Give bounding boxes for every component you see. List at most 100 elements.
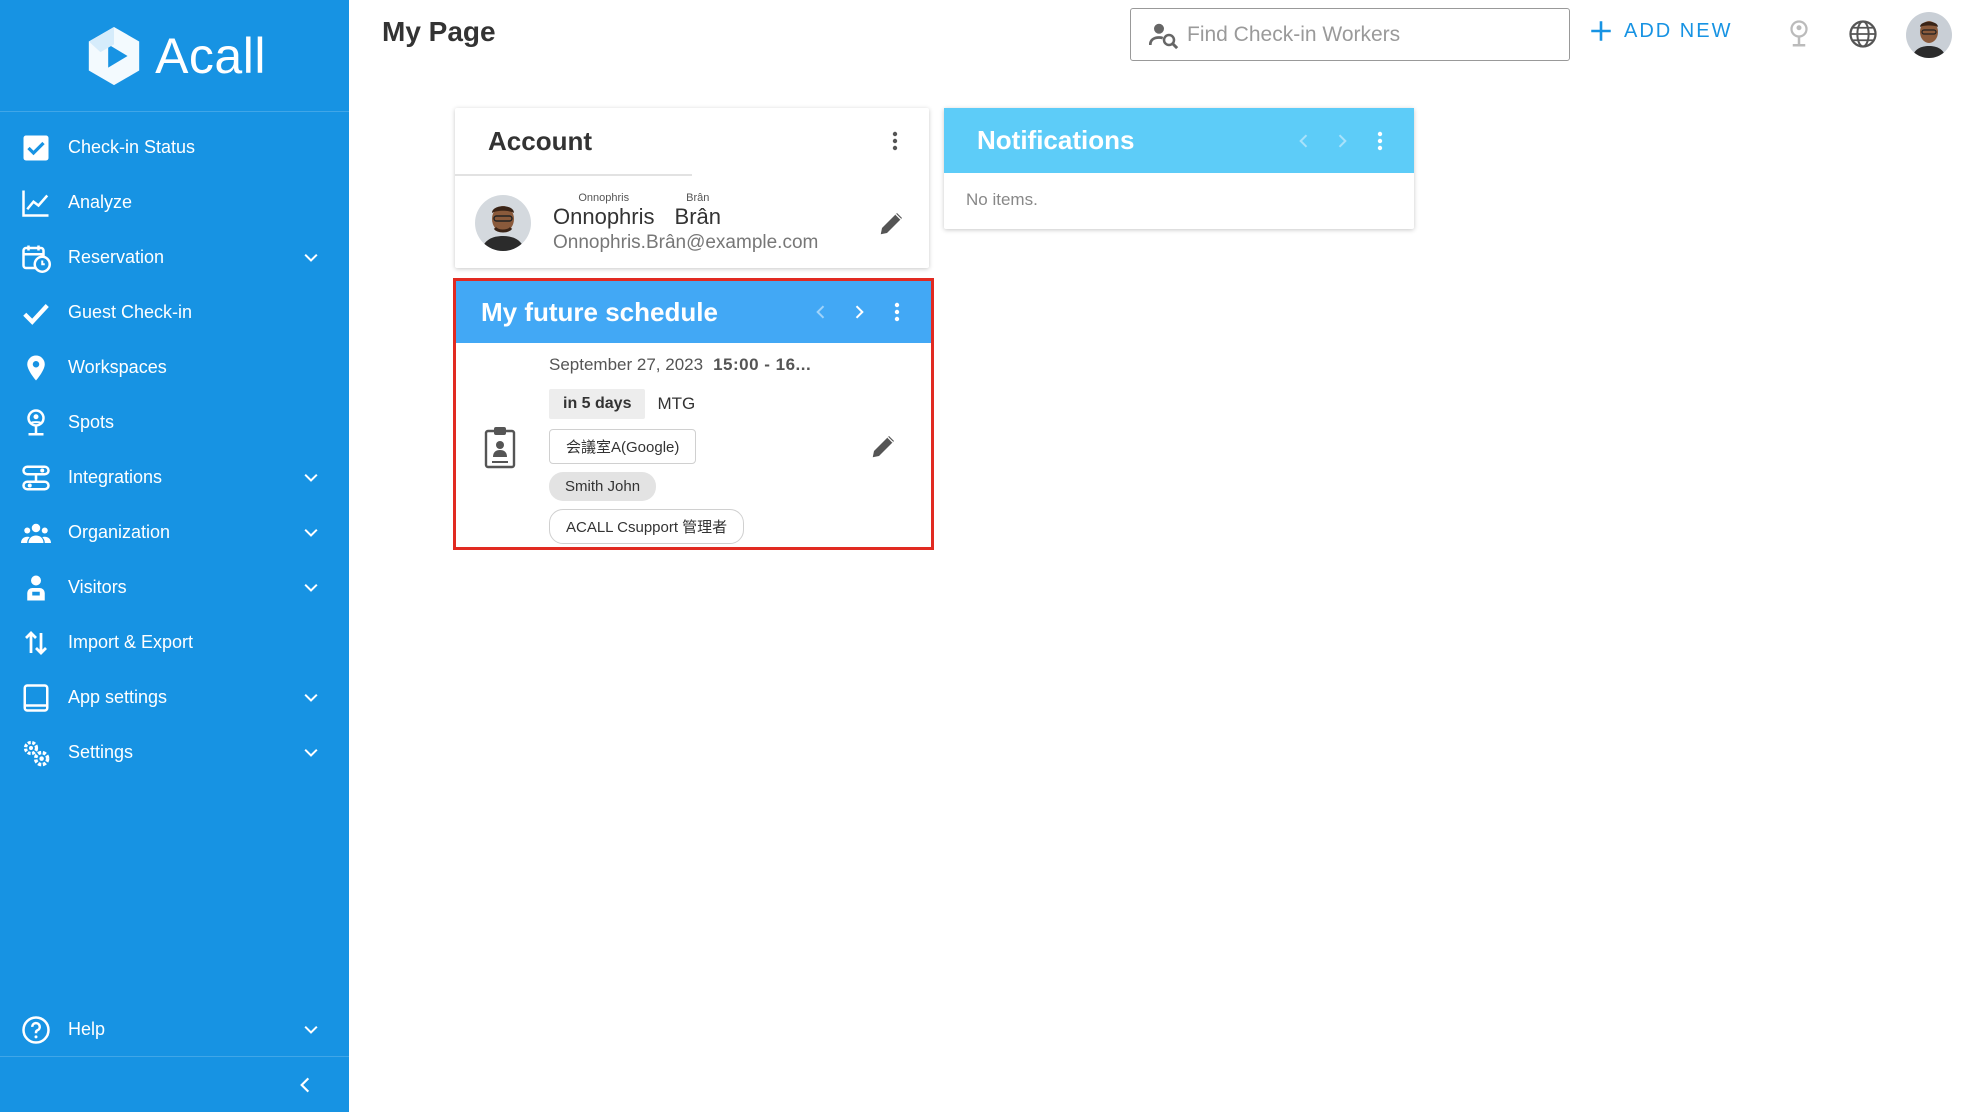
- schedule-next-button[interactable]: [847, 297, 871, 327]
- page-title: My Page: [382, 16, 496, 47]
- schedule-title: My future schedule: [481, 296, 718, 327]
- sidebar-item-workspaces[interactable]: Workspaces: [0, 340, 349, 395]
- event-title: MTG: [657, 394, 696, 413]
- schedule-tag-row: in 5 days MTG: [549, 389, 871, 419]
- notifications-menu-button[interactable]: [1368, 126, 1392, 156]
- plus-icon: [1591, 21, 1611, 41]
- sidebar-item-spots[interactable]: Spots: [0, 395, 349, 450]
- account-card: Account Onnophris Onnophris Brân Brân On…: [455, 108, 929, 268]
- chevron-down-icon[interactable]: [301, 578, 321, 598]
- tablet-icon: [20, 682, 52, 714]
- edit-account-button[interactable]: [875, 206, 909, 240]
- sidebar-item-label: Settings: [68, 742, 134, 762]
- account-card-title: Account: [488, 125, 592, 156]
- schedule-date: September 27, 2023: [549, 355, 704, 374]
- search-box[interactable]: [1130, 8, 1570, 61]
- schedule-date-line: September 27, 2023 15:00 - 16...: [549, 355, 871, 375]
- first-name: Onnophris: [553, 203, 655, 229]
- last-name-ruby: Brân: [686, 191, 710, 204]
- sidebar-collapse-button[interactable]: [0, 1056, 349, 1112]
- sidebar-item-visitors[interactable]: Visitors: [0, 560, 349, 615]
- notifications-card: Notifications No items.: [944, 108, 1414, 229]
- chevron-down-icon[interactable]: [301, 248, 321, 268]
- sidebar-item-label: Workspaces: [68, 357, 167, 377]
- chevron-down-icon[interactable]: [301, 523, 321, 543]
- sidebar-item-check-in-status[interactable]: Check-in Status: [0, 120, 349, 175]
- sidebar-item-label: App settings: [68, 687, 168, 707]
- chevron-down-icon[interactable]: [301, 688, 321, 708]
- schedule-prev-button[interactable]: [809, 297, 833, 327]
- sidebar-item-settings[interactable]: Settings: [0, 725, 349, 780]
- clipboard-person-icon: [484, 427, 516, 469]
- more-vertical-icon: [1377, 131, 1383, 150]
- chevron-left-icon: [816, 305, 825, 319]
- account-name-block: Onnophris Onnophris Brân Brân Onnophris.…: [553, 191, 875, 254]
- more-vertical-icon: [892, 131, 898, 151]
- notifications-next-button[interactable]: [1330, 126, 1354, 156]
- notifications-header: Notifications: [944, 108, 1414, 173]
- sidebar-item-label: Import & Export: [68, 632, 194, 652]
- integrations-icon: [20, 462, 52, 494]
- attendee-chip[interactable]: ACALL Csupport 管理者: [549, 509, 745, 544]
- schedule-time: 15:00 - 16...: [713, 355, 812, 374]
- help-circle-icon: [20, 1014, 52, 1046]
- avatar: [475, 195, 531, 251]
- schedule-menu-button[interactable]: [885, 297, 909, 327]
- sidebar-item-label: Reservation: [68, 247, 165, 267]
- sidebar-item-integrations[interactable]: Integrations: [0, 450, 349, 505]
- account-card-header: Account: [455, 108, 929, 174]
- person-pin-icon: [20, 407, 52, 439]
- notifications-prev-button[interactable]: [1292, 126, 1316, 156]
- edit-schedule-button[interactable]: [867, 429, 901, 463]
- sidebar-item-label: Help: [68, 1019, 106, 1039]
- user-avatar-button[interactable]: [1906, 12, 1952, 58]
- chevron-down-icon[interactable]: [301, 743, 321, 763]
- account-profile: Onnophris Onnophris Brân Brân Onnophris.…: [475, 188, 909, 258]
- sidebar-item-help[interactable]: Help: [0, 1002, 349, 1057]
- group-icon: [20, 517, 52, 549]
- sidebar-item-analyze[interactable]: Analyze: [0, 175, 349, 230]
- add-new-button[interactable]: ADD NEW: [1588, 18, 1732, 44]
- future-schedule-card: My future schedule September 27, 2023 15:…: [453, 278, 934, 550]
- sidebar-item-label: Organization: [68, 522, 171, 542]
- location-button[interactable]: [1782, 17, 1816, 51]
- import-export-icon: [20, 627, 52, 659]
- sidebar-item-label: Analyze: [68, 192, 133, 212]
- attendee-chip[interactable]: Smith John: [549, 472, 657, 501]
- search-input[interactable]: [1187, 22, 1569, 47]
- logo[interactable]: Acall: [0, 0, 349, 112]
- sidebar: Acall Check-in Status Analyze Reservatio…: [0, 0, 349, 1112]
- pencil-icon: [872, 436, 894, 458]
- schedule-item[interactable]: September 27, 2023 15:00 - 16... in 5 day…: [456, 343, 931, 547]
- sidebar-item-organization[interactable]: Organization: [0, 505, 349, 560]
- chevron-right-icon: [855, 305, 864, 319]
- sidebar-nav: Check-in Status Analyze Reservation Gues…: [0, 120, 349, 780]
- account-email: Onnophris.Brân@example.com: [553, 231, 819, 253]
- brand-name: Acall: [155, 27, 266, 84]
- chevron-right-icon: [1338, 133, 1347, 148]
- sidebar-item-guest-check-in[interactable]: Guest Check-in: [0, 285, 349, 340]
- account-menu-button[interactable]: [883, 126, 907, 156]
- language-button[interactable]: [1846, 17, 1880, 51]
- chevron-down-icon[interactable]: [301, 1020, 321, 1040]
- calendar-clock-icon: [20, 242, 52, 274]
- sidebar-item-label: Guest Check-in: [68, 302, 193, 322]
- location-chip[interactable]: 会議室A(Google): [549, 429, 697, 464]
- sidebar-item-label: Integrations: [68, 467, 163, 487]
- schedule-header: My future schedule: [456, 281, 931, 343]
- globe-icon: [1849, 20, 1877, 48]
- gears-icon: [20, 737, 52, 769]
- more-vertical-icon: [894, 302, 900, 322]
- sidebar-item-label: Check-in Status: [68, 137, 196, 157]
- sidebar-item-import-export[interactable]: Import & Export: [0, 615, 349, 670]
- sidebar-item-label: Visitors: [68, 577, 127, 597]
- notifications-empty-text: No items.: [966, 190, 1038, 209]
- account-title-underline: [455, 174, 692, 176]
- sidebar-item-reservation[interactable]: Reservation: [0, 230, 349, 285]
- notifications-title: Notifications: [977, 125, 1135, 155]
- add-new-label: ADD NEW: [1624, 19, 1733, 42]
- first-name-ruby: Onnophris: [578, 191, 630, 204]
- sidebar-item-app-settings[interactable]: App settings: [0, 670, 349, 725]
- chevron-down-icon[interactable]: [301, 468, 321, 488]
- checkbox-icon: [20, 132, 52, 164]
